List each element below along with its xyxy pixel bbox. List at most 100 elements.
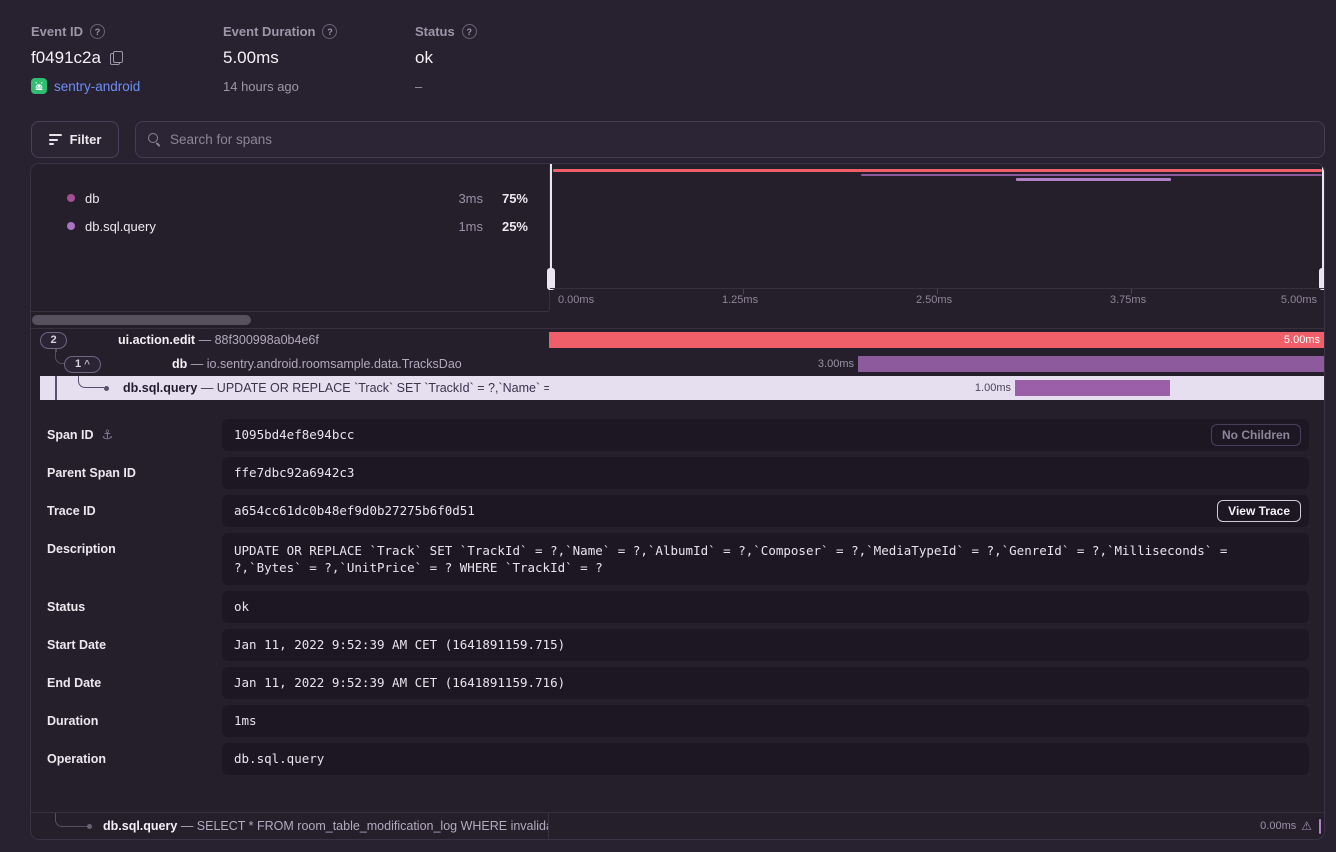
- tree-connector: [78, 376, 104, 388]
- view-trace-button[interactable]: View Trace: [1217, 500, 1301, 522]
- event-header: Event ID ? f0491c2a sentry-android: [0, 0, 1336, 112]
- field-label: Operation: [47, 752, 106, 766]
- field-label: Status: [47, 600, 85, 614]
- span-id-label: Span ID ⚓: [47, 419, 113, 451]
- span-bar-zero-duration: [1319, 819, 1322, 834]
- duration-field-value: 1ms: [222, 705, 1309, 737]
- help-icon[interactable]: ?: [90, 24, 105, 39]
- span-op: db.sql.query: [123, 381, 197, 395]
- start-date-value: Jan 11, 2022 9:52:39 AM CET (1641891159.…: [222, 629, 1309, 661]
- field-label: Parent Span ID: [47, 466, 136, 480]
- help-icon[interactable]: ?: [322, 24, 337, 39]
- anchor-icon[interactable]: ⚓: [102, 428, 114, 443]
- field-label: Trace ID: [47, 504, 96, 518]
- event-duration-label: Event Duration: [223, 24, 315, 39]
- tree-connector: [55, 813, 87, 827]
- minimap-span-db: [861, 174, 1322, 177]
- event-duration-value: 5.00ms: [223, 48, 279, 68]
- field-label: Description: [47, 542, 116, 556]
- minimap-right-grip[interactable]: [1319, 268, 1325, 290]
- span-bar-db-sql-query[interactable]: [1015, 380, 1170, 396]
- axis-label: 2.50ms: [916, 294, 952, 306]
- span-op: db: [172, 357, 187, 371]
- filter-button[interactable]: Filter: [31, 121, 119, 158]
- event-id-label: Event ID ?: [31, 24, 140, 39]
- field-value: 1ms: [234, 713, 257, 728]
- span-row-ui-action-edit[interactable]: 2 ui.action.edit — 88f300998a0b4e6f 5.00…: [31, 328, 1324, 352]
- duration-field-label: Duration: [47, 705, 98, 737]
- trace-id-value: a654cc61dc0b48ef9d0b27275b6f0d51 View Tr…: [222, 495, 1309, 527]
- timeline-axis: 0.00ms 1.25ms 2.50ms 3.75ms 5.00ms: [550, 288, 1325, 310]
- minimap-right-handle[interactable]: [1322, 164, 1324, 288]
- field-label: End Date: [47, 676, 101, 690]
- span-bar-ui-action-edit[interactable]: 5.00ms: [549, 332, 1324, 348]
- field-label: Span ID: [47, 428, 94, 442]
- project-link[interactable]: sentry-android: [54, 79, 140, 94]
- start-date-label: Start Date: [47, 629, 106, 661]
- event-id-value: f0491c2a: [31, 48, 140, 68]
- tree-guide-line: [55, 376, 57, 400]
- timeline-minimap[interactable]: 0.00ms 1.25ms 2.50ms 3.75ms 5.00ms: [549, 164, 1324, 310]
- event-id-label-text: Event ID: [31, 24, 83, 39]
- field-value: Jan 11, 2022 9:52:39 AM CET (1641891159.…: [234, 675, 565, 690]
- legend-name: db.sql.query: [85, 219, 156, 234]
- minimap-left-grip[interactable]: [547, 268, 555, 290]
- axis-label: 5.00ms: [1281, 294, 1317, 306]
- field-label: Duration: [47, 714, 98, 728]
- span-op: ui.action.edit: [118, 333, 195, 347]
- android-icon: [31, 78, 47, 94]
- event-duration-relative: 14 hours ago: [223, 79, 337, 94]
- search-input[interactable]: [170, 132, 1312, 147]
- span-children-badge[interactable]: 2: [40, 332, 67, 349]
- end-date-label: End Date: [47, 667, 101, 699]
- legend-name: db: [85, 191, 99, 206]
- legend-dot-db-sql-query: [67, 222, 75, 230]
- field-value: ffe7dbc92a6942c3: [234, 465, 354, 480]
- operation-value: db.sql.query: [222, 743, 1309, 775]
- no-children-badge: No Children: [1211, 424, 1301, 446]
- legend-item-db-sql-query[interactable]: db.sql.query 1ms 25%: [31, 212, 549, 240]
- minimap-span-db-sql-query: [1016, 178, 1171, 181]
- axis-label: 0.00ms: [558, 294, 594, 306]
- legend-duration: 3ms: [413, 191, 483, 206]
- children-count: 2: [50, 334, 56, 346]
- span-description: io.sentry.android.roomsample.data.Tracks…: [207, 357, 462, 371]
- copy-icon[interactable]: [110, 51, 122, 65]
- status-field-label: Status: [47, 591, 85, 623]
- legend-dot-db: [67, 194, 75, 202]
- field-value: ok: [234, 599, 249, 614]
- span-description: SELECT * FROM room_table_modification_lo…: [197, 819, 549, 833]
- axis-label: 1.25ms: [722, 294, 758, 306]
- span-row-db-sql-query-select[interactable]: db.sql.query — SELECT * FROM room_table_…: [31, 812, 1324, 839]
- horizontal-scrollbar[interactable]: [32, 315, 251, 325]
- project-row: sentry-android: [31, 78, 140, 94]
- separator: —: [201, 381, 214, 395]
- span-children-badge-expanded[interactable]: 1 ^: [64, 356, 101, 373]
- description-label: Description: [47, 533, 116, 565]
- span-duration: 0.00ms ⚠: [1260, 813, 1312, 840]
- duration-text: 0.00ms: [1260, 813, 1296, 840]
- help-icon[interactable]: ?: [462, 24, 477, 39]
- parent-span-id-label: Parent Span ID: [47, 457, 136, 489]
- field-value: Jan 11, 2022 9:52:39 AM CET (1641891159.…: [234, 637, 565, 652]
- span-description: 88f300998a0b4e6f: [215, 333, 319, 347]
- filter-icon: [49, 134, 62, 145]
- scrollbar-track: [31, 311, 549, 328]
- span-detail-view: Event ID ? f0491c2a sentry-android: [0, 0, 1336, 852]
- event-duration-column: Event Duration ? 5.00ms 14 hours ago: [223, 24, 337, 94]
- span-bar-db[interactable]: [858, 356, 1324, 372]
- span-row-db[interactable]: 1 ^ db — io.sentry.android.roomsample.da…: [31, 352, 1324, 376]
- status-field-value: ok: [222, 591, 1309, 623]
- status-value: ok: [415, 48, 433, 68]
- span-dot: [104, 386, 109, 391]
- legend-item-db[interactable]: db 3ms 75%: [31, 184, 549, 212]
- end-date-value: Jan 11, 2022 9:52:39 AM CET (1641891159.…: [222, 667, 1309, 699]
- span-duration: 3.00ms: [774, 352, 854, 376]
- operation-label: Operation: [47, 743, 106, 775]
- status-column: Status ? ok –: [415, 24, 477, 94]
- field-value: 1095bd4ef8e94bcc: [234, 427, 354, 442]
- span-dot: [87, 824, 92, 829]
- span-row-db-sql-query-selected[interactable]: db.sql.query — UPDATE OR REPLACE `Track`…: [31, 376, 1324, 400]
- minimap-left-handle[interactable]: [550, 164, 552, 288]
- trace-panel: db 3ms 75% db.sql.query 1ms 25%: [30, 163, 1325, 840]
